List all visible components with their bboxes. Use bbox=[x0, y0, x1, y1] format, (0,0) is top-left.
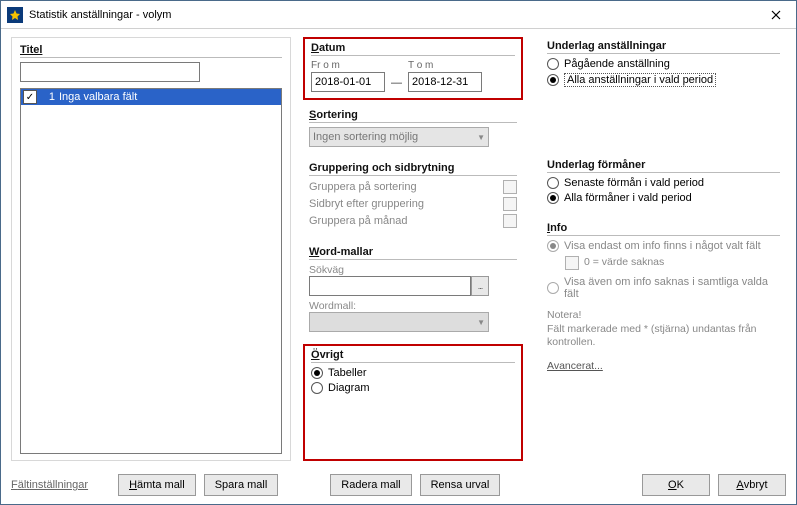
pagaende-radio-row[interactable]: Pågående anställning bbox=[547, 58, 780, 70]
wordmall-combo[interactable]: ▼ bbox=[309, 312, 489, 332]
from-label: Fr o m bbox=[311, 60, 385, 71]
field-listbox[interactable]: ✓ 1 Inga valbara fält bbox=[20, 88, 282, 454]
sortering-group: Sortering Ingen sortering möjlig ▼ bbox=[303, 106, 523, 153]
tabeller-radio-row[interactable]: Tabeller bbox=[311, 367, 515, 379]
titel-input[interactable] bbox=[20, 62, 200, 82]
underlag-form-heading: Underlag förmåner bbox=[547, 159, 780, 173]
close-button[interactable] bbox=[756, 1, 796, 29]
underlag-anst-group: Underlag anställningar Pågående anställn… bbox=[541, 37, 786, 96]
underlag-form-group: Underlag förmåner Senaste förmån i vald … bbox=[541, 156, 786, 213]
gruppering-group: Gruppering och sidbrytning Gruppera på s… bbox=[303, 159, 523, 237]
list-item-number: 1 bbox=[41, 91, 55, 103]
word-group: Word-mallar Sökväg ... Wordmall: ▼ bbox=[303, 243, 523, 338]
info-heading: Info bbox=[547, 222, 780, 236]
from-date-input[interactable] bbox=[311, 72, 385, 92]
info-note-heading: Notera! bbox=[547, 309, 780, 323]
list-item-label: Inga valbara fält bbox=[59, 91, 137, 103]
sokvag-input[interactable] bbox=[309, 276, 471, 296]
sokvag-label: Sökväg bbox=[309, 264, 517, 276]
faltinstallningar-button[interactable]: Fältinställningar bbox=[11, 479, 88, 491]
titlebar: Statistik anställningar - volym bbox=[1, 1, 796, 29]
button-bar: Fältinställningar Hämta mall Spara mall … bbox=[11, 474, 786, 496]
browse-button[interactable]: ... bbox=[471, 276, 489, 296]
list-item[interactable]: ✓ 1 Inga valbara fält bbox=[21, 89, 281, 105]
alla-anst-radio[interactable] bbox=[547, 74, 559, 86]
close-icon bbox=[771, 10, 781, 20]
to-date-input[interactable] bbox=[408, 72, 482, 92]
radera-mall-button[interactable]: Radera mall bbox=[330, 474, 411, 496]
info-group: Info Visa endast om info finns i något v… bbox=[541, 219, 786, 461]
chevron-down-icon: ▼ bbox=[477, 318, 485, 327]
visa-aven-radio[interactable] bbox=[547, 282, 559, 294]
left-panel: Titel ✓ 1 Inga valbara fält bbox=[11, 37, 291, 461]
varde-saknas-label: 0 = värde saknas bbox=[584, 256, 664, 270]
tabeller-radio[interactable] bbox=[311, 367, 323, 379]
wordmall-label: Wordmall: bbox=[309, 300, 517, 312]
pagaende-radio[interactable] bbox=[547, 58, 559, 70]
gruppering-heading: Gruppering och sidbrytning bbox=[309, 162, 517, 176]
datum-heading: Datum bbox=[311, 42, 515, 56]
underlag-anst-heading: Underlag anställningar bbox=[547, 40, 780, 54]
right-panel: Underlag anställningar Pågående anställn… bbox=[523, 37, 786, 461]
sortering-heading: Sortering bbox=[309, 109, 517, 123]
gruppera-sortering-label: Gruppera på sortering bbox=[309, 181, 417, 193]
avbryt-button[interactable]: Avbryt bbox=[718, 474, 786, 496]
date-separator: — bbox=[391, 77, 402, 92]
gruppera-manad-checkbox[interactable] bbox=[503, 214, 517, 228]
chevron-down-icon: ▼ bbox=[477, 133, 485, 142]
sortering-combo[interactable]: Ingen sortering möjlig ▼ bbox=[309, 127, 489, 147]
alla-form-radio-row[interactable]: Alla förmåner i vald period bbox=[547, 192, 780, 204]
gruppera-sortering-checkbox[interactable] bbox=[503, 180, 517, 194]
middle-panel: Datum Fr o m — T o m Sorter bbox=[303, 37, 523, 461]
varde-saknas-checkbox[interactable] bbox=[565, 256, 579, 270]
ok-button[interactable]: OK bbox=[642, 474, 710, 496]
visa-endast-radio-row[interactable]: Visa endast om info finns i något valt f… bbox=[547, 240, 780, 252]
to-label: T o m bbox=[408, 60, 482, 71]
ovrigt-group: Övrigt Tabeller Diagram bbox=[303, 344, 523, 461]
alla-anst-radio-row[interactable]: Alla anställningar i vald period bbox=[547, 73, 780, 87]
diagram-radio[interactable] bbox=[311, 382, 323, 394]
gruppera-manad-label: Gruppera på månad bbox=[309, 215, 407, 227]
window-title: Statistik anställningar - volym bbox=[29, 9, 756, 21]
info-note-text: Fält markerade med * (stjärna) undantas … bbox=[547, 323, 780, 350]
titel-heading: Titel bbox=[20, 44, 282, 58]
app-icon bbox=[7, 7, 23, 23]
dialog-window: Statistik anställningar - volym Titel ✓ … bbox=[0, 0, 797, 505]
senaste-form-radio-row[interactable]: Senaste förmån i vald period bbox=[547, 177, 780, 189]
spara-mall-button[interactable]: Spara mall bbox=[204, 474, 279, 496]
visa-endast-radio[interactable] bbox=[547, 240, 559, 252]
senaste-form-radio[interactable] bbox=[547, 177, 559, 189]
visa-aven-radio-row[interactable]: Visa även om info saknas i samtliga vald… bbox=[547, 276, 780, 300]
sidbryt-checkbox[interactable] bbox=[503, 197, 517, 211]
datum-group: Datum Fr o m — T o m bbox=[303, 37, 523, 100]
advanced-link[interactable]: Avancerat... bbox=[547, 360, 603, 372]
list-item-checkbox[interactable]: ✓ bbox=[23, 90, 37, 104]
ovrigt-heading: Övrigt bbox=[311, 349, 515, 363]
sidbryt-label: Sidbryt efter gruppering bbox=[309, 198, 424, 210]
diagram-radio-row[interactable]: Diagram bbox=[311, 382, 515, 394]
word-heading: Word-mallar bbox=[309, 246, 517, 260]
rensa-urval-button[interactable]: Rensa urval bbox=[420, 474, 501, 496]
hamta-mall-button[interactable]: Hämta mall bbox=[118, 474, 196, 496]
alla-form-radio[interactable] bbox=[547, 192, 559, 204]
